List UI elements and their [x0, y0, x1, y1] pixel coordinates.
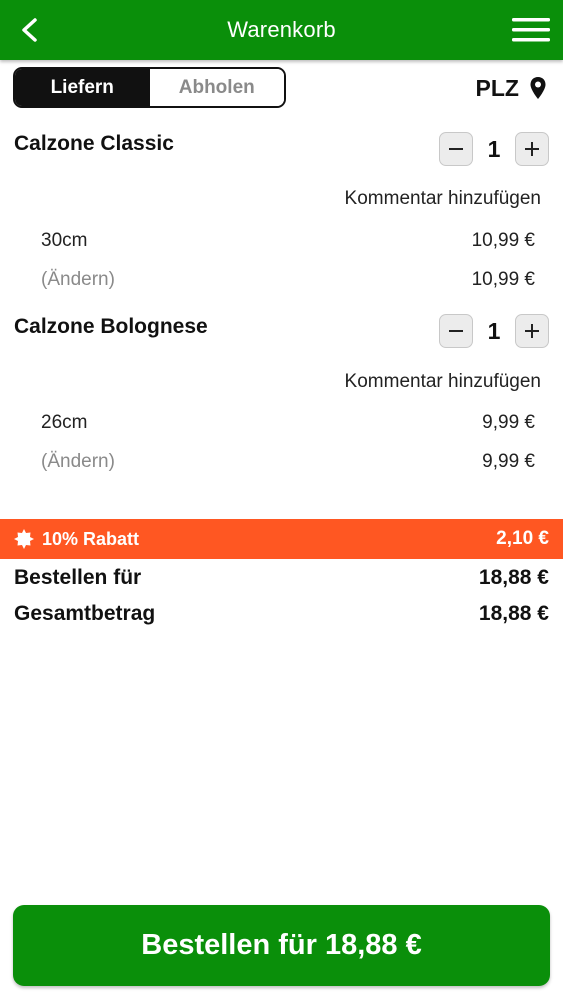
quantity-stepper: 1: [439, 314, 549, 348]
delivery-mode-toggle: Liefern Abholen: [13, 67, 286, 108]
postal-code-label: PLZ: [475, 74, 519, 101]
order-for-row: Bestellen für 18,88 €: [14, 566, 549, 590]
item-size: 30cm: [41, 230, 88, 251]
increase-quantity-button[interactable]: [514, 314, 549, 348]
add-comment-link[interactable]: Kommentar hinzufügen: [345, 188, 541, 210]
item-size: 26cm: [41, 412, 88, 433]
minus-icon: [449, 330, 463, 332]
change-item-link[interactable]: (Ändern): [41, 269, 115, 291]
change-item-link[interactable]: (Ändern): [41, 451, 115, 473]
quantity-stepper: 1: [439, 132, 549, 166]
increase-quantity-button[interactable]: [514, 132, 549, 166]
cart-item-name: Calzone Classic: [14, 132, 174, 155]
badge-icon: [14, 529, 34, 549]
grand-total-row: Gesamtbetrag 18,88 €: [14, 602, 549, 626]
plus-icon: [524, 142, 539, 156]
hamburger-menu-icon: [512, 18, 550, 42]
app-header: Warenkorb: [0, 0, 563, 60]
place-order-button[interactable]: Bestellen für 18,88 €: [13, 905, 550, 986]
grand-total-value: 18,88 €: [478, 602, 549, 625]
grand-total-label: Gesamtbetrag: [14, 602, 156, 625]
toggle-option-liefern[interactable]: Liefern: [15, 69, 150, 106]
item-total-price: 9,99 €: [482, 451, 535, 472]
quantity-value: 1: [487, 135, 501, 162]
quantity-value: 1: [487, 317, 501, 344]
map-pin-icon: [530, 77, 546, 99]
discount-amount: 2,10 €: [496, 528, 549, 549]
menu-button[interactable]: [511, 14, 551, 46]
decrease-quantity-button[interactable]: [439, 314, 473, 348]
discount-info: 10% Rabatt: [14, 529, 139, 550]
order-for-value: 18,88 €: [478, 566, 549, 589]
decrease-quantity-button[interactable]: [439, 132, 473, 166]
add-comment-link[interactable]: Kommentar hinzufügen: [345, 371, 541, 393]
cart-item-name: Calzone Bolognese: [14, 315, 208, 338]
minus-icon: [449, 148, 463, 150]
item-total-price: 10,99 €: [471, 269, 535, 290]
discount-banner: 10% Rabatt 2,10 €: [0, 519, 563, 559]
plus-icon: [524, 324, 539, 338]
order-for-label: Bestellen für: [14, 566, 142, 589]
page-title: Warenkorb: [227, 17, 336, 42]
discount-label: 10% Rabatt: [42, 528, 140, 549]
item-size-price: 10,99 €: [471, 230, 535, 251]
postal-code-selector[interactable]: PLZ: [476, 72, 547, 104]
item-size-price: 9,99 €: [482, 412, 535, 433]
toggle-option-abholen[interactable]: Abholen: [149, 69, 284, 106]
